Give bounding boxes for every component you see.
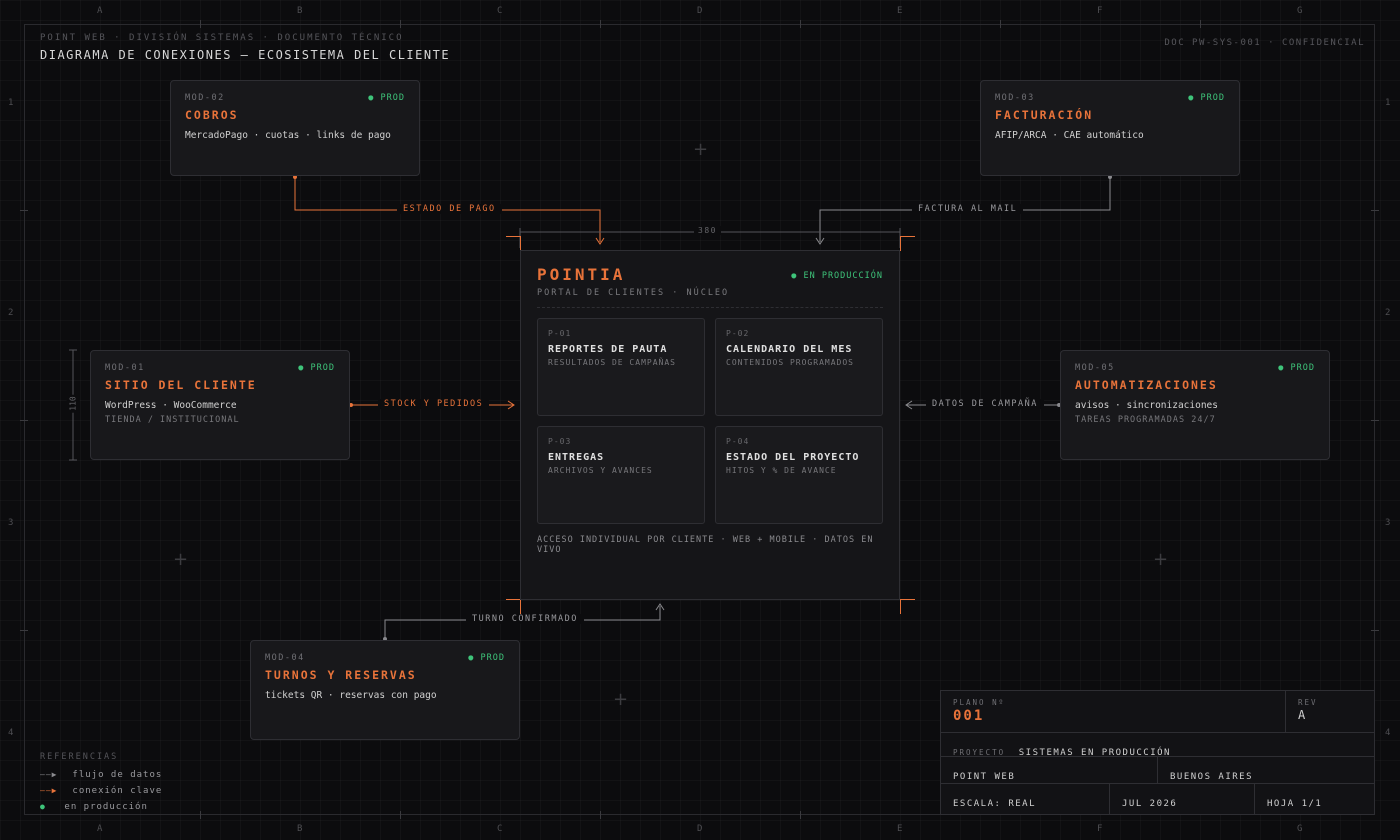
module-title: AUTOMATIZACIONES — [1075, 378, 1218, 392]
title-block-escala: ESCALA: REAL — [941, 784, 1110, 814]
city-name: BUENOS AIRES — [1170, 772, 1254, 782]
module-facturacion[interactable]: MOD-03 ● PROD FACTURACIÓN AFIP/ARCA · CA… — [980, 80, 1240, 176]
title-block: PLANO Nº 001 REV A PROYECTO SISTEMAS EN … — [940, 690, 1375, 815]
legend-item-flujo-de-datos: ——▶ flujo de datos — [40, 770, 162, 780]
company-name: POINT WEB — [953, 772, 1016, 782]
module-description: tickets QR · reservas con pago — [265, 690, 437, 701]
legend-symbol-orange-arrow: ——▶ — [40, 786, 58, 795]
plano-label: PLANO Nº — [953, 698, 1006, 707]
panel-code: P-02 — [726, 329, 750, 338]
module-description: MercadoPago · cuotas · links de pago — [185, 130, 391, 141]
legend-label: flujo de datos — [72, 770, 163, 780]
legend-title: REFERENCIAS — [40, 752, 119, 762]
title-block-plano: PLANO Nº 001 — [941, 691, 1286, 733]
corner-bracket — [506, 599, 521, 614]
status-badge: ● PROD — [468, 653, 505, 663]
core-subtitle: PORTAL DE CLIENTES · NÚCLEO — [537, 288, 730, 298]
connection-label-datos-campana: DATOS DE CAMPAÑA — [926, 399, 1044, 409]
module-title: FACTURACIÓN — [995, 108, 1094, 122]
sheet-value: HOJA 1/1 — [1267, 799, 1323, 809]
panel-code: P-04 — [726, 437, 750, 446]
legend-label: conexión clave — [72, 786, 163, 796]
plano-number: 001 — [953, 708, 985, 724]
module-title: SITIO DEL CLIENTE — [105, 378, 257, 392]
panel-subtitle: ARCHIVOS Y AVANCES — [548, 466, 653, 475]
panel-title: CALENDARIO DEL MES — [726, 344, 853, 355]
connection-label-factura-mail: FACTURA AL MAIL — [912, 204, 1024, 214]
divider — [537, 307, 883, 308]
legend-label: en producción — [64, 802, 148, 812]
core-pointia[interactable]: POINTIA PORTAL DE CLIENTES · NÚCLEO ● EN… — [520, 250, 900, 600]
panel-reportes-de-pauta[interactable]: P-01 REPORTES DE PAUTA RESULTADOS DE CAM… — [537, 318, 705, 416]
connection-label-turno-confirmado: TURNO CONFIRMADO — [466, 614, 584, 624]
panel-subtitle: HITOS Y % DE AVANCE — [726, 466, 837, 475]
scale-value: ESCALA: REAL — [953, 799, 1037, 809]
core-status-badge: ● EN PRODUCCIÓN — [791, 271, 883, 281]
legend-symbol-green-dot: ● — [40, 802, 46, 811]
panel-title: REPORTES DE PAUTA — [548, 344, 668, 355]
module-title: COBROS — [185, 108, 239, 122]
panel-code: P-03 — [548, 437, 572, 446]
corner-bracket — [900, 236, 915, 251]
panel-subtitle: RESULTADOS DE CAMPAÑAS — [548, 358, 676, 367]
dimension-height-label: 110 — [66, 394, 80, 413]
module-subtitle: TAREAS PROGRAMADAS 24/7 — [1075, 415, 1216, 425]
panel-code: P-01 — [548, 329, 572, 338]
proyecto-label: PROYECTO — [953, 748, 1006, 757]
title-block-proyecto: PROYECTO SISTEMAS EN PRODUCCIÓN — [941, 733, 1374, 758]
panel-entregas[interactable]: P-03 ENTREGAS ARCHIVOS Y AVANCES — [537, 426, 705, 524]
status-badge: ● PROD — [1278, 363, 1315, 373]
corner-bracket — [900, 599, 915, 614]
rev-label: REV — [1298, 698, 1318, 707]
legend-item-en-produccion: ● en producción — [40, 802, 148, 812]
module-subtitle: TIENDA / INSTITUCIONAL — [105, 415, 240, 425]
panel-estado-del-proyecto[interactable]: P-04 ESTADO DEL PROYECTO HITOS Y % DE AV… — [715, 426, 883, 524]
title-block-fecha: JUL 2026 — [1110, 784, 1255, 814]
status-badge: ● PROD — [368, 93, 405, 103]
status-badge: ● PROD — [1188, 93, 1225, 103]
corner-bracket — [506, 236, 521, 251]
title-block-city: BUENOS AIRES — [1158, 757, 1374, 784]
legend-item-conexion-clave: ——▶ conexión clave — [40, 786, 162, 796]
module-automatizaciones[interactable]: MOD-05 ● PROD AUTOMATIZACIONES avisos · … — [1060, 350, 1330, 460]
module-description: avisos · sincronizaciones — [1075, 400, 1218, 411]
module-sitio-del-cliente[interactable]: MOD-01 ● PROD SITIO DEL CLIENTE WordPres… — [90, 350, 350, 460]
connection-label-estado-pago: ESTADO DE PAGO — [397, 204, 502, 214]
panel-title: ENTREGAS — [548, 452, 605, 463]
connection-label-stock-pedidos: STOCK Y PEDIDOS — [378, 399, 490, 409]
panel-calendario-del-mes[interactable]: P-02 CALENDARIO DEL MES CONTENIDOS PROGR… — [715, 318, 883, 416]
module-turnos-y-reservas[interactable]: MOD-04 ● PROD TURNOS Y RESERVAS tickets … — [250, 640, 520, 740]
module-title: TURNOS Y RESERVAS — [265, 668, 417, 682]
rev-value: A — [1298, 708, 1306, 722]
date-value: JUL 2026 — [1122, 799, 1178, 809]
title-block-company: POINT WEB — [941, 757, 1158, 784]
legend-symbol-grey-arrow: ——▶ — [40, 770, 58, 779]
panel-subtitle: CONTENIDOS PROGRAMADOS — [726, 358, 854, 367]
title-block-rev: REV A — [1286, 691, 1374, 733]
core-footer-note: ACCESO INDIVIDUAL POR CLIENTE · WEB + MO… — [537, 535, 874, 555]
title-block-hoja: HOJA 1/1 — [1255, 784, 1374, 814]
panel-title: ESTADO DEL PROYECTO — [726, 452, 860, 463]
module-description: AFIP/ARCA · CAE automático — [995, 130, 1144, 141]
status-badge: ● PROD — [298, 363, 335, 373]
module-description: WordPress · WooCommerce — [105, 400, 237, 411]
module-cobros[interactable]: MOD-02 ● PROD COBROS MercadoPago · cuota… — [170, 80, 420, 176]
dimension-width-label: 380 — [694, 226, 721, 235]
